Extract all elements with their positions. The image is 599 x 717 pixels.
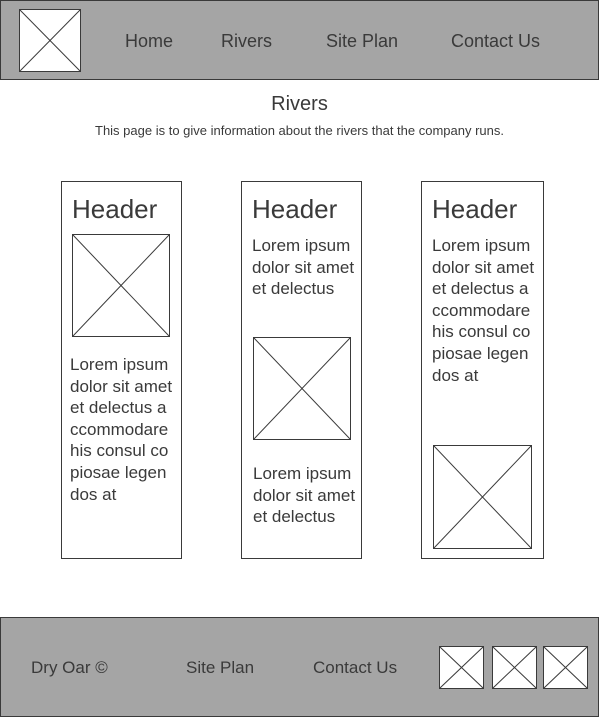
card-body-text: Lorem ipsum dolor sit amet et delectus a…: [70, 355, 173, 504]
nav-link-site-plan[interactable]: Site Plan: [326, 31, 398, 51]
image-placeholder-icon: [253, 337, 351, 440]
card-body-text: Lorem ipsum dolor sit amet et delectus a…: [432, 236, 535, 385]
logo-placeholder-icon[interactable]: [19, 9, 81, 72]
card-header: Header: [252, 194, 338, 224]
site-footer: Dry Oar © Site Plan Contact Us: [0, 617, 599, 717]
image-placeholder-icon: [433, 445, 532, 549]
site-header: Home Rivers Site Plan Contact Us: [0, 0, 599, 80]
social-icon-2[interactable]: [492, 646, 537, 689]
page-subtitle: This page is to give information about t…: [95, 123, 504, 138]
page-title: Rivers: [271, 93, 328, 115]
card-body-text: Lorem ipsum dolor sit amet et delectus: [253, 464, 356, 527]
social-icon-3[interactable]: [543, 646, 588, 689]
image-placeholder-icon: [72, 234, 170, 337]
nav-link-contact-us[interactable]: Contact Us: [451, 31, 540, 51]
footer-copyright: Dry Oar ©: [31, 658, 108, 677]
card-body-text: Lorem ipsum dolor sit amet et delectus: [252, 236, 355, 299]
footer-link-contact-us[interactable]: Contact Us: [313, 658, 397, 678]
card-header: Header: [72, 194, 158, 224]
nav-link-rivers[interactable]: Rivers: [221, 31, 272, 51]
river-card-2: Header Lorem ipsum dolor sit amet et del…: [241, 181, 362, 559]
river-card-1: Header Lorem ipsum dolor sit amet et del…: [61, 181, 182, 559]
river-card-3: Header Lorem ipsum dolor sit amet et del…: [421, 181, 544, 559]
social-icon-1[interactable]: [439, 646, 484, 689]
footer-link-site-plan[interactable]: Site Plan: [186, 658, 254, 678]
card-header: Header: [432, 194, 518, 224]
nav-link-home[interactable]: Home: [125, 31, 173, 51]
